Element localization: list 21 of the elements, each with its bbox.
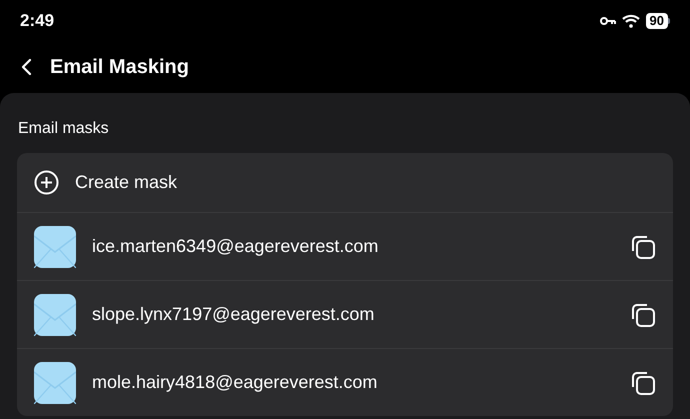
section-title: Email masks (17, 119, 110, 139)
mask-row[interactable]: slope.lynx7197@eagereverest.com (17, 280, 673, 348)
plus-circle-icon (34, 170, 59, 195)
envelope-icon (34, 226, 76, 268)
envelope-icon (34, 362, 76, 404)
mask-address: slope.lynx7197@eagereverest.com (92, 303, 376, 326)
copy-icon[interactable] (630, 302, 656, 328)
copy-icon[interactable] (630, 234, 656, 260)
battery-indicator: 90 (646, 13, 670, 29)
key-icon (600, 16, 616, 26)
back-icon[interactable] (20, 58, 32, 76)
create-mask-button[interactable]: Create mask (17, 153, 673, 212)
page-title: Email Masking (50, 54, 189, 80)
mask-address: ice.marten6349@eagereverest.com (92, 235, 380, 258)
envelope-icon (34, 294, 76, 336)
copy-icon[interactable] (630, 370, 656, 396)
status-time: 2:49 (20, 10, 54, 32)
mask-row[interactable]: ice.marten6349@eagereverest.com (17, 212, 673, 280)
wifi-icon (622, 14, 640, 28)
mask-address: mole.hairy4818@eagereverest.com (92, 371, 378, 394)
mask-row[interactable]: mole.hairy4818@eagereverest.com (17, 348, 673, 416)
